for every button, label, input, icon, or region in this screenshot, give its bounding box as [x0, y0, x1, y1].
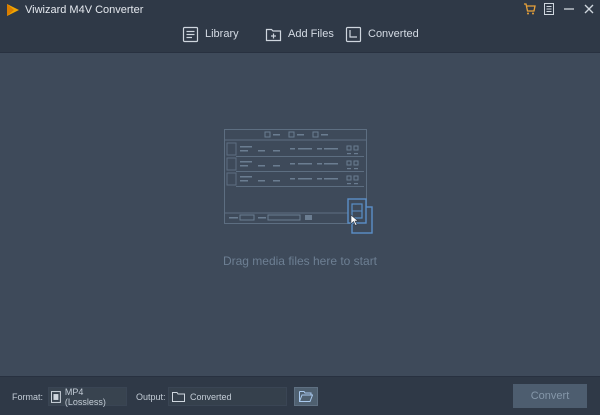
drop-hint-text: Drag media files here to start — [222, 254, 378, 268]
drop-area[interactable]: Drag media files here to start — [0, 54, 600, 376]
convert-button[interactable]: Convert — [513, 384, 587, 408]
add-files-button[interactable]: Add Files — [265, 22, 334, 46]
title-bar: Viwizard M4V Converter — [0, 0, 600, 20]
minimize-icon[interactable] — [562, 2, 576, 16]
app-logo-icon — [7, 4, 19, 16]
library-icon — [182, 26, 199, 42]
format-value: MP4 (Lossless) — [64, 386, 106, 407]
video-file-icon — [51, 390, 61, 403]
bottom-bar: Format: MP4 (Lossless) Output: Converted… — [0, 376, 600, 415]
add-files-label: Add Files — [288, 28, 334, 40]
add-folder-icon — [265, 28, 282, 41]
output-value: Converted — [190, 391, 232, 402]
main-toolbar: Library Add Files Converted — [0, 20, 600, 53]
converted-button[interactable]: Converted — [345, 22, 419, 46]
output-path-field[interactable]: Converted — [168, 387, 287, 406]
open-folder-icon — [299, 391, 313, 402]
format-selector[interactable]: MP4 (Lossless) — [48, 386, 127, 407]
output-label: Output: — [136, 392, 166, 402]
library-button[interactable]: Library — [182, 22, 239, 46]
window-controls — [522, 2, 596, 16]
menu-icon[interactable] — [542, 2, 556, 16]
cart-icon[interactable] — [522, 2, 536, 16]
folder-icon — [172, 391, 185, 402]
library-label: Library — [205, 28, 239, 40]
converted-label: Converted — [368, 28, 419, 40]
open-output-folder-button[interactable] — [294, 387, 318, 406]
app-title: Viwizard M4V Converter — [25, 4, 144, 16]
drag-files-illustration — [224, 129, 373, 234]
close-icon[interactable] — [582, 2, 596, 16]
format-label: Format: — [12, 392, 44, 402]
converted-icon — [345, 26, 362, 42]
